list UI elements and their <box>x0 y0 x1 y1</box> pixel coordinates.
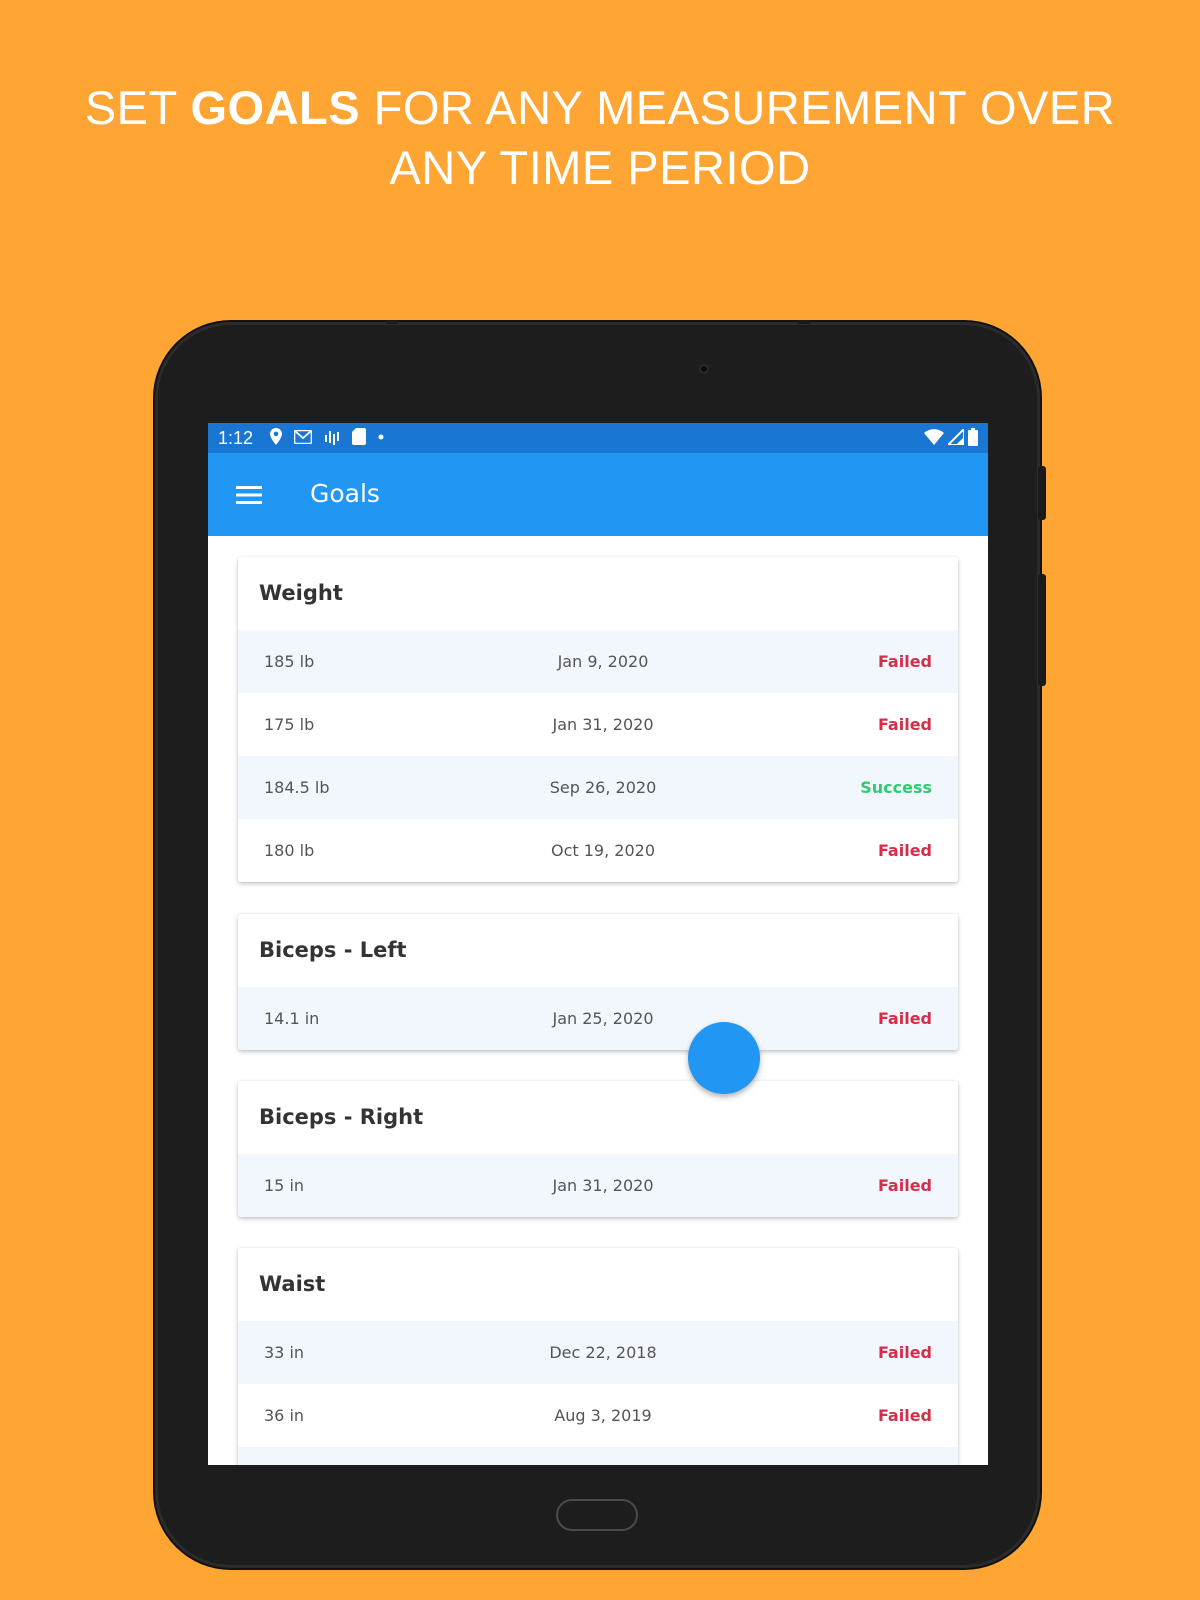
hamburger-menu-icon[interactable] <box>230 475 270 515</box>
goal-status-badge: Success <box>860 778 932 797</box>
headline-line-2: ANY TIME PERIOD <box>389 141 811 194</box>
goal-status-badge: Failed <box>877 1343 932 1362</box>
goal-row[interactable]: 175 lb Jan 31, 2020 Failed <box>238 693 958 756</box>
goal-row[interactable]: 184.5 lb Sep 26, 2020 Success <box>238 756 958 819</box>
goal-card-title: Biceps - Left <box>259 938 407 962</box>
status-time: 1:12 <box>218 428 254 448</box>
headline-bold-word: GOALS <box>190 81 361 134</box>
gmail-icon <box>294 429 312 444</box>
goal-date: Jan 25, 2020 <box>552 1009 654 1028</box>
goal-date: Dec 22, 2018 <box>549 1343 657 1362</box>
tablet-side-bezel <box>988 1380 1018 1490</box>
status-bar: 1:12 <box>208 423 988 453</box>
goal-row-partial[interactable] <box>238 1447 958 1465</box>
power-button[interactable] <box>1038 466 1046 520</box>
goal-status-badge: Failed <box>877 1176 932 1195</box>
goal-date: Jan 31, 2020 <box>552 715 654 734</box>
goal-date: Sep 26, 2020 <box>549 778 657 797</box>
goal-status-badge: Failed <box>877 1406 932 1425</box>
goal-row[interactable]: 15 in Jan 31, 2020 Failed <box>238 1154 958 1217</box>
add-goal-fab[interactable] <box>688 1022 760 1094</box>
wifi-icon <box>924 429 944 445</box>
app-title: Goals <box>310 479 380 508</box>
headline-line-1: SET GOALS FOR ANY MEASUREMENT OVER <box>0 78 1200 138</box>
promo-headline: SET GOALS FOR ANY MEASUREMENT OVER ANY T… <box>0 78 1200 198</box>
goal-date: Aug 3, 2019 <box>554 1406 652 1425</box>
headline-prefix: SET <box>84 81 191 134</box>
goal-card-biceps-right[interactable]: Biceps - Right 15 in Jan 31, 2020 Failed <box>238 1081 958 1217</box>
goal-status-badge: Failed <box>877 652 932 671</box>
goal-status-badge: Failed <box>877 1009 932 1028</box>
goal-card-title: Waist <box>259 1272 326 1296</box>
app-bar: Goals <box>208 453 988 536</box>
goal-card-title: Biceps - Right <box>259 1105 424 1129</box>
promo-page: SET GOALS FOR ANY MEASUREMENT OVER ANY T… <box>0 0 1200 1600</box>
goal-card-biceps-left[interactable]: Biceps - Left 14.1 in Jan 25, 2020 Faile… <box>238 914 958 1050</box>
tablet-bottom-bezel <box>200 1465 1000 1495</box>
goal-row[interactable]: 180 lb Oct 19, 2020 Failed <box>238 819 958 882</box>
goal-date: Jan 31, 2020 <box>552 1176 654 1195</box>
goal-card-weight[interactable]: Weight 185 lb Jan 9, 2020 Failed 175 lb … <box>238 557 958 882</box>
goal-card-waist[interactable]: Waist 33 in Dec 22, 2018 Failed 36 in Au… <box>238 1248 958 1465</box>
status-system-icons <box>924 428 978 446</box>
headline-suffix: FOR ANY MEASUREMENT OVER <box>360 81 1116 134</box>
goal-row[interactable]: 36 in Aug 3, 2019 Failed <box>238 1384 958 1447</box>
tablet-top-edge-button-left <box>386 320 398 324</box>
goal-row[interactable]: 14.1 in Jan 25, 2020 Failed <box>238 987 958 1050</box>
goal-row[interactable]: 185 lb Jan 9, 2020 Failed <box>238 630 958 693</box>
goal-card-title: Weight <box>259 581 343 605</box>
location-icon <box>270 428 282 445</box>
home-button[interactable] <box>556 1499 638 1531</box>
signal-bars-icon <box>324 429 340 445</box>
dot-icon <box>378 434 384 440</box>
goals-list[interactable]: Weight 185 lb Jan 9, 2020 Failed 175 lb … <box>208 536 988 1465</box>
goal-date: Oct 19, 2020 <box>551 841 655 860</box>
volume-button[interactable] <box>1038 574 1046 686</box>
tablet-screen: 1:12 Goals Weight 185 lb Jan 9, 2020 Fai… <box>208 423 988 1465</box>
goal-row[interactable]: 33 in Dec 22, 2018 Failed <box>238 1321 958 1384</box>
tablet-top-edge-button-right <box>798 320 810 324</box>
front-camera <box>699 364 709 374</box>
goal-status-badge: Failed <box>877 841 932 860</box>
goal-status-badge: Failed <box>877 715 932 734</box>
goal-date: Jan 9, 2020 <box>557 652 649 671</box>
sd-card-icon <box>352 428 366 445</box>
battery-icon <box>968 428 978 446</box>
status-notification-icons <box>270 428 384 445</box>
cell-signal-icon <box>948 429 964 445</box>
